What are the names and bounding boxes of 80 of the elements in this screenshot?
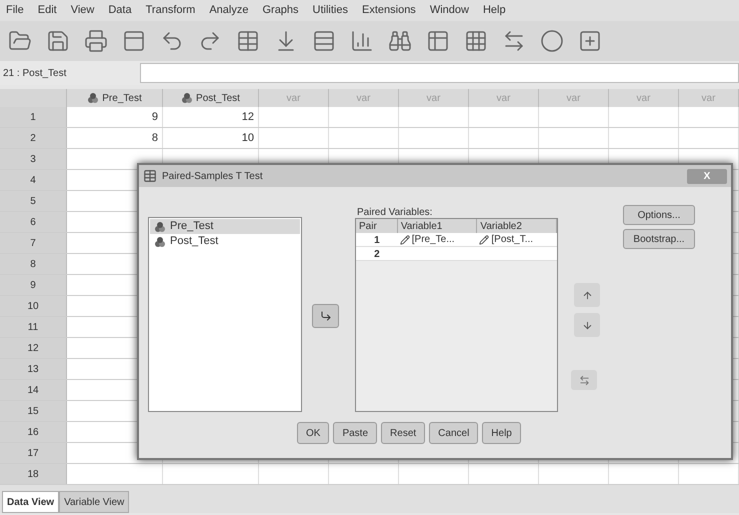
- row-header[interactable]: 5: [0, 191, 67, 211]
- move-up-button[interactable]: [574, 283, 600, 307]
- rows-icon[interactable]: [312, 29, 336, 53]
- data-cell-text: 9: [152, 110, 158, 125]
- swap-icon: [578, 374, 590, 386]
- dialog-title: Paired-Samples T Test: [162, 170, 263, 184]
- up-arrow-icon: [582, 290, 592, 300]
- swap-button[interactable]: [571, 370, 597, 390]
- data-cell-text: 8: [152, 130, 158, 146]
- save-icon[interactable]: [46, 29, 70, 53]
- row-header[interactable]: 18: [0, 464, 67, 484]
- row-header[interactable]: 8: [0, 254, 67, 274]
- menu-item[interactable]: Graphs: [262, 2, 299, 19]
- row-header[interactable]: 11: [0, 317, 67, 337]
- row-header[interactable]: 2: [0, 128, 67, 148]
- menu-item[interactable]: File: [6, 2, 24, 19]
- variable-icon: [154, 236, 166, 248]
- dialog-button[interactable]: Reset: [381, 422, 426, 444]
- row-header[interactable]: 6: [0, 212, 67, 232]
- menu-item[interactable]: Utilities: [312, 2, 348, 19]
- row-header[interactable]: 10: [0, 296, 67, 316]
- pair-number: 2: [373, 248, 381, 260]
- grid-icon[interactable]: [426, 29, 450, 53]
- data-cell-text: 10: [242, 130, 254, 146]
- dialog-icon: [143, 169, 157, 183]
- printer-icon[interactable]: [84, 29, 108, 53]
- down-arrow-icon: [582, 320, 592, 330]
- row-header[interactable]: 16: [0, 422, 67, 442]
- variable-item[interactable]: Pre_Test: [150, 219, 300, 234]
- row-header[interactable]: 4: [0, 170, 67, 190]
- menu-item[interactable]: Transform: [146, 2, 196, 19]
- arrow-icon: [320, 310, 332, 322]
- menu-item[interactable]: Edit: [38, 2, 57, 19]
- corner-cell: [0, 89, 67, 107]
- menu-item[interactable]: Window: [430, 2, 469, 19]
- table-cell-text: [Pre_Te...: [412, 233, 455, 247]
- variable-icon: [154, 220, 166, 232]
- dialog-button[interactable]: OK: [297, 422, 330, 444]
- column-header[interactable]: Pre_Test: [67, 89, 163, 107]
- move-down-button[interactable]: [574, 313, 600, 337]
- row-header[interactable]: 13: [0, 359, 67, 379]
- column-header[interactable]: Post_Test: [163, 89, 259, 107]
- paired-label: Paired Variables:: [357, 206, 432, 220]
- menu-item[interactable]: Analyze: [209, 2, 248, 19]
- view-tab[interactable]: Data View: [2, 491, 60, 513]
- table-cell-text: [Post_T...: [491, 233, 534, 247]
- menu-item[interactable]: View: [70, 2, 94, 19]
- dialog-button[interactable]: Paste: [333, 422, 378, 444]
- pair-number: 1: [373, 234, 381, 246]
- menu-item[interactable]: Help: [482, 2, 506, 19]
- dialog-button[interactable]: Help: [482, 422, 521, 444]
- row-header[interactable]: 17: [0, 443, 67, 463]
- cell-reference: 21 : Post_Test: [2, 66, 68, 80]
- row-header[interactable]: 9: [0, 275, 67, 295]
- binoculars-icon[interactable]: [388, 29, 412, 53]
- menu-item[interactable]: Data: [108, 2, 132, 19]
- grid-icon[interactable]: [464, 29, 488, 53]
- dialog-icon[interactable]: [122, 29, 146, 53]
- row-header[interactable]: 15: [0, 401, 67, 421]
- variable-icon: [87, 92, 100, 104]
- side-button[interactable]: Options...: [623, 205, 695, 225]
- row-header[interactable]: 1: [0, 107, 67, 127]
- row-header[interactable]: 3: [0, 149, 67, 169]
- data-cell-text: 12: [242, 110, 254, 125]
- plus-icon[interactable]: [578, 29, 602, 53]
- view-tab[interactable]: Variable View: [59, 491, 130, 513]
- row-header[interactable]: 14: [0, 380, 67, 400]
- pencil-icon: [400, 234, 410, 244]
- row-header[interactable]: 12: [0, 338, 67, 358]
- move-button[interactable]: [312, 304, 339, 328]
- row-header[interactable]: 7: [0, 233, 67, 253]
- cell-editor-field[interactable]: [140, 63, 739, 83]
- side-button[interactable]: Bootstrap...: [623, 229, 695, 249]
- table-icon[interactable]: [236, 29, 260, 53]
- variable-icon: [181, 92, 194, 104]
- variable-item[interactable]: Post_Test: [150, 234, 300, 249]
- chart-icon[interactable]: [350, 29, 374, 53]
- pencil-icon: [479, 234, 490, 244]
- dialog-button[interactable]: Cancel: [429, 422, 478, 444]
- menu-item[interactable]: Extensions: [362, 2, 416, 19]
